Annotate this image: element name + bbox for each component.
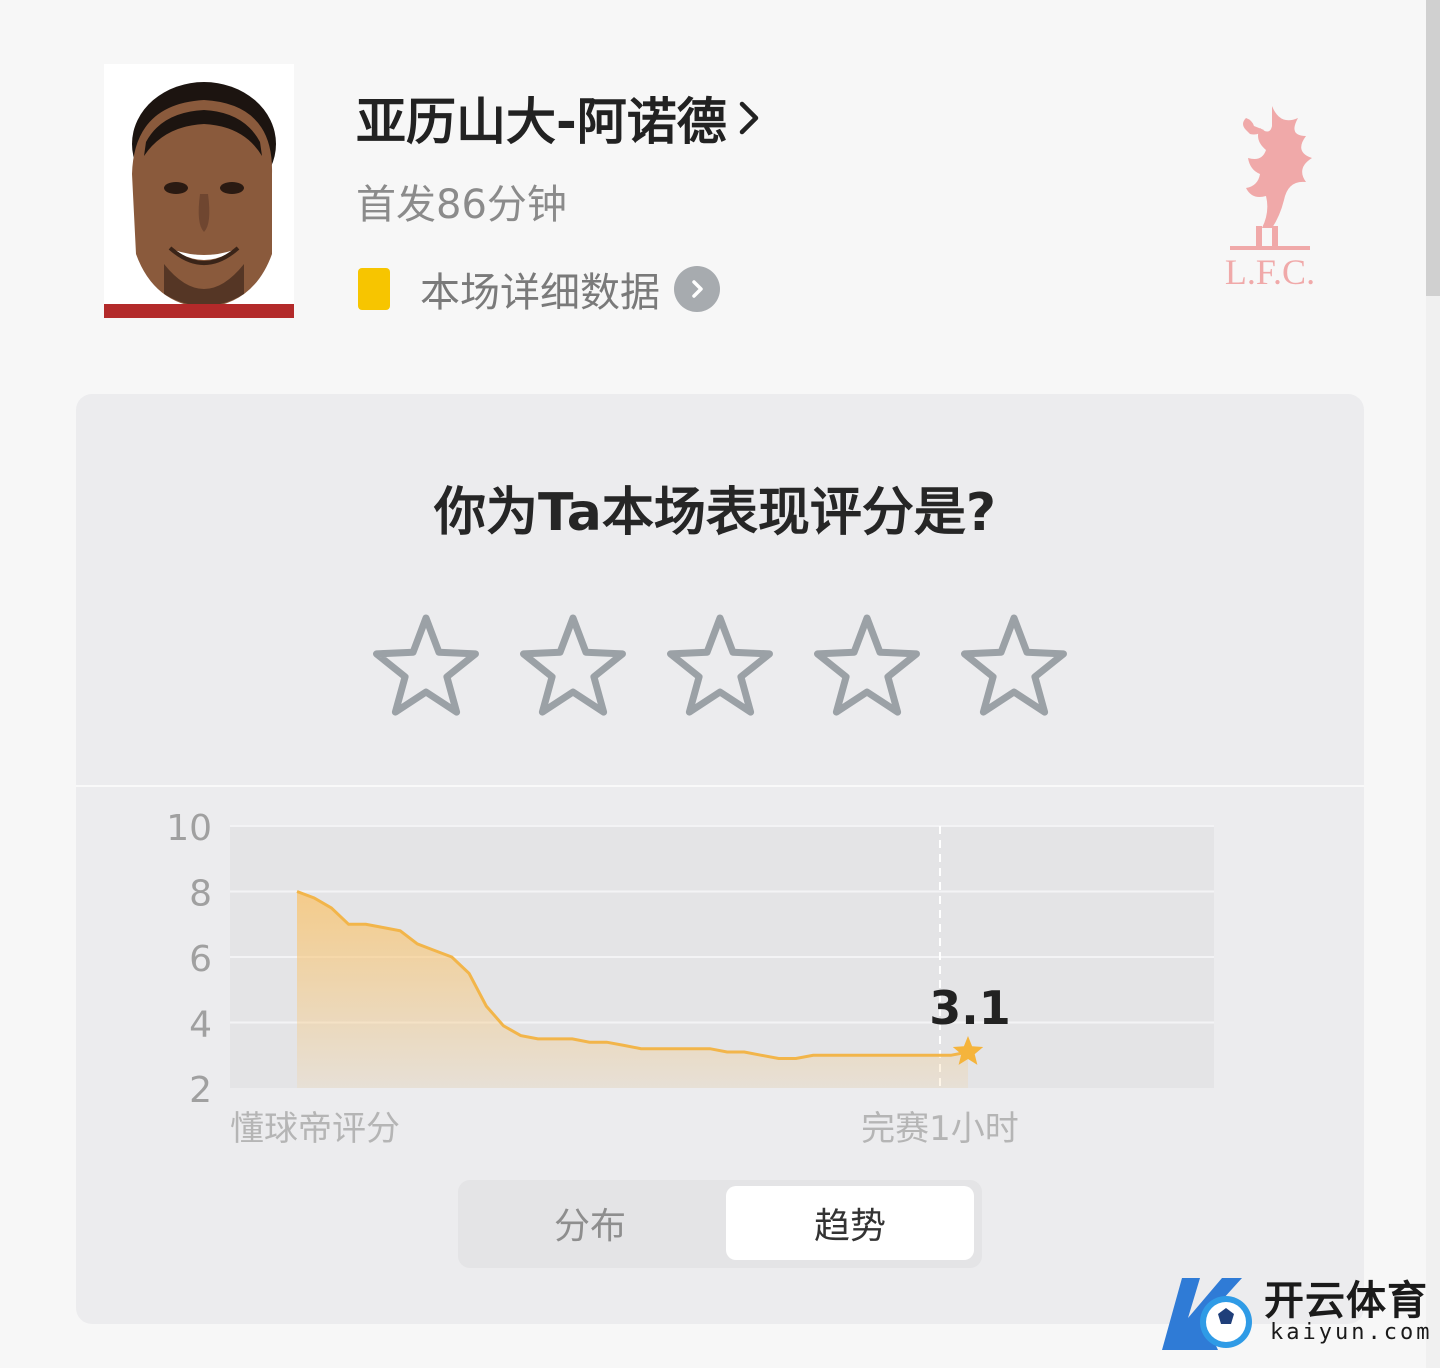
rating-trend-chart: 10 8 6 4 2 3.1 懂球帝评分 完赛1小时 bbox=[166, 808, 1214, 1149]
y-tick-label: 2 bbox=[189, 1070, 212, 1111]
y-tick-label: 8 bbox=[189, 874, 212, 915]
x-label-end: 完赛1小时 bbox=[861, 1109, 1019, 1149]
current-rating-value: 3.1 bbox=[929, 981, 1011, 1035]
tab-distribution[interactable]: 分布 bbox=[466, 1186, 714, 1260]
y-tick-label: 4 bbox=[189, 1005, 212, 1046]
y-tick-label: 6 bbox=[189, 939, 212, 980]
watermark-name: 开云体育 bbox=[1264, 1278, 1428, 1324]
tab-trend[interactable]: 趋势 bbox=[726, 1186, 974, 1260]
chart-tabs: 分布 趋势 bbox=[458, 1180, 982, 1268]
x-label-start: 懂球帝评分 bbox=[230, 1109, 400, 1149]
watermark-url: kaiyun.com bbox=[1270, 1320, 1433, 1345]
watermark-logo: 开云体育 kaiyun.com bbox=[1152, 1268, 1432, 1360]
y-tick-label: 10 bbox=[166, 808, 212, 849]
soccer-ball-icon bbox=[1162, 1278, 1252, 1350]
